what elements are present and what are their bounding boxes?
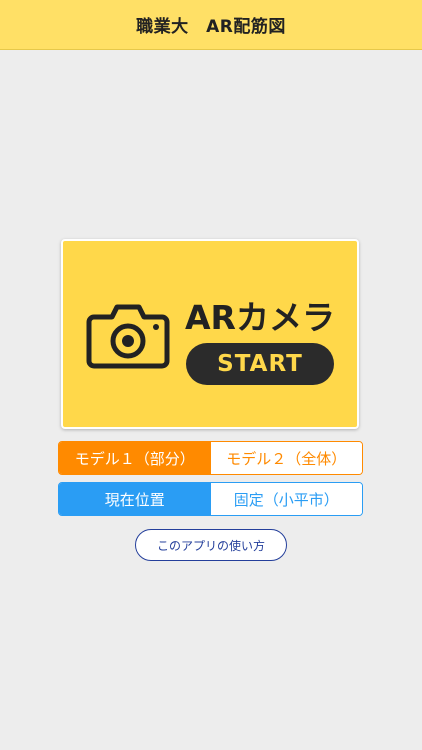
location-option-current[interactable]: 現在位置 [59, 483, 211, 515]
ar-camera-label: ARカメラ [185, 298, 335, 337]
app-header: 職業大 AR配筋図 [0, 0, 422, 50]
location-option-fixed[interactable]: 固定（小平市） [210, 483, 362, 515]
location-selector: 現在位置 固定（小平市） [58, 482, 363, 516]
how-to-use-button[interactable]: このアプリの使い方 [135, 529, 287, 561]
model-option-whole[interactable]: モデル２（全体） [210, 442, 362, 474]
ar-camera-start-button[interactable]: ARカメラ START [61, 239, 359, 429]
start-badge[interactable]: START [186, 343, 334, 385]
app-title: 職業大 AR配筋図 [136, 17, 286, 37]
model-option-partial[interactable]: モデル１（部分） [59, 442, 211, 474]
start-label: START [217, 351, 303, 377]
model-selector: モデル１（部分） モデル２（全体） [58, 441, 363, 475]
camera-icon [86, 304, 170, 369]
